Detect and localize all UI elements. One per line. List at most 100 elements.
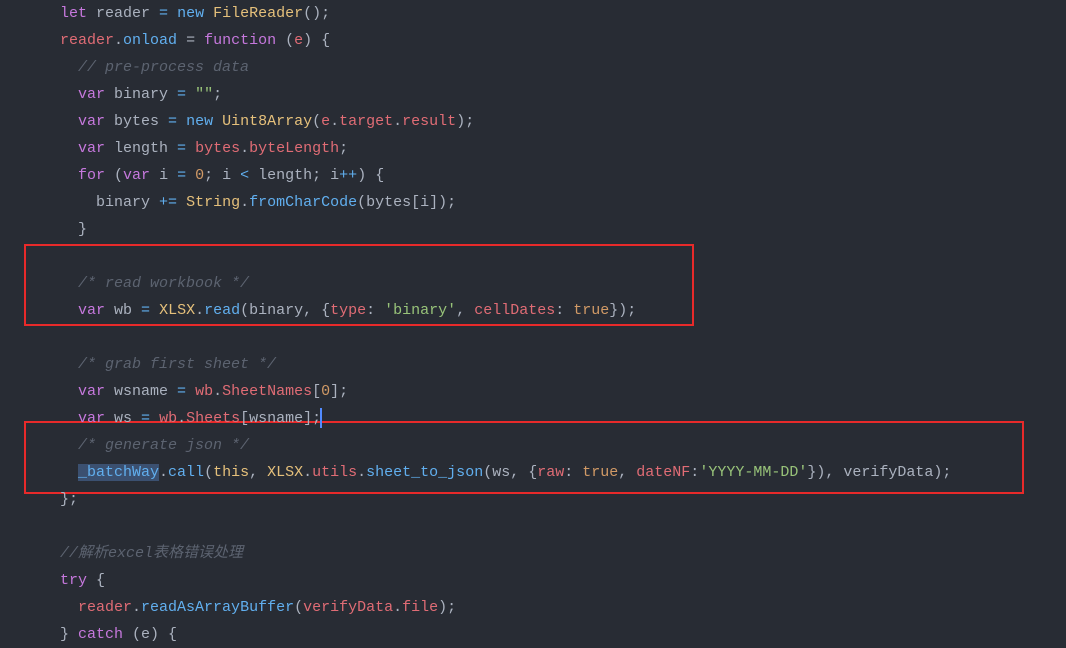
code-line[interactable]: let reader = new FileReader(); (42, 0, 1066, 27)
code-line[interactable]: var wsname = wb.SheetNames[0]; (42, 378, 1066, 405)
prop-onload: onload (123, 32, 177, 49)
prop: Sheets (186, 410, 240, 427)
dot: . (393, 599, 402, 616)
code-line-blank[interactable] (42, 324, 1066, 351)
dot: . (393, 113, 402, 130)
text-cursor (320, 408, 322, 428)
dot: . (177, 410, 186, 427)
class-xlsx: XLSX (267, 464, 303, 481)
code-line[interactable]: }; (42, 486, 1066, 513)
comment: /* generate json */ (78, 437, 249, 454)
code-line[interactable]: _batchWay.call(this, XLSX.utils.sheet_to… (42, 459, 1066, 486)
brace: } (60, 626, 78, 643)
code-line[interactable]: /* grab first sheet */ (42, 351, 1066, 378)
code-content[interactable]: let reader = new FileReader(); reader.on… (8, 0, 1066, 648)
dot: . (159, 464, 168, 481)
end: [wsname]; (240, 410, 321, 427)
var: verifyData (303, 599, 393, 616)
code-line[interactable]: var binary = ""; (42, 81, 1066, 108)
key: cellDates (474, 302, 555, 319)
keyword-for: for (78, 167, 105, 184)
colon: : (564, 464, 582, 481)
code-line[interactable]: for (var i = 0; i < length; i++) { (42, 162, 1066, 189)
code-line-blank[interactable] (42, 243, 1066, 270)
code-line[interactable]: reader.onload = function (e) { (42, 27, 1066, 54)
key: dateNF (636, 464, 690, 481)
operator: < (240, 167, 249, 184)
code-line[interactable]: // pre-process data (42, 54, 1066, 81)
method: readAsArrayBuffer (141, 599, 294, 616)
comma: , (618, 464, 636, 481)
text: length; i (249, 167, 339, 184)
sp (186, 383, 195, 400)
code-line[interactable]: /* generate json */ (42, 432, 1066, 459)
object: reader (78, 599, 132, 616)
code-line[interactable]: } (42, 216, 1066, 243)
var-i: i (150, 167, 177, 184)
args: (bytes[i]); (357, 194, 456, 211)
var: binary (96, 194, 159, 211)
end: }), verifyData); (807, 464, 951, 481)
code-line[interactable]: //解析excel表格错误处理 (42, 540, 1066, 567)
end: ); (438, 599, 456, 616)
dot: . (132, 599, 141, 616)
prop: result (402, 113, 456, 130)
keyword-var: var (123, 167, 150, 184)
code-line[interactable]: var wb = XLSX.read(binary, {type: 'binar… (42, 297, 1066, 324)
code-line[interactable]: var bytes = new Uint8Array(e.target.resu… (42, 108, 1066, 135)
brace: { (87, 572, 105, 589)
code-line[interactable]: reader.readAsArrayBuffer(verifyData.file… (42, 594, 1066, 621)
code-line[interactable]: } catch (e) { (42, 621, 1066, 648)
method: sheet_to_json (366, 464, 483, 481)
sp (186, 140, 195, 157)
operator: = (168, 113, 177, 130)
method: fromCharCode (249, 194, 357, 211)
code-line[interactable]: binary += String.fromCharCode(bytes[i]); (42, 189, 1066, 216)
string: 'binary' (384, 302, 456, 319)
dot: . (330, 113, 339, 130)
class-string: String (186, 194, 240, 211)
code-line-blank[interactable] (42, 513, 1066, 540)
comment: /* read workbook */ (78, 275, 249, 292)
brace: } (78, 221, 87, 238)
keyword-var: var (78, 302, 105, 319)
comment-chinese: //解析excel表格错误处理 (60, 545, 243, 562)
code-line[interactable]: /* read workbook */ (42, 270, 1066, 297)
prop: byteLength (249, 140, 339, 157)
code-line[interactable]: try { (42, 567, 1066, 594)
paren: ( (294, 599, 303, 616)
brace: ) { (303, 32, 330, 49)
true: true (582, 464, 618, 481)
dot: . (303, 464, 312, 481)
object: reader (60, 32, 114, 49)
object: wb (195, 383, 213, 400)
dot: . (240, 140, 249, 157)
colon: : (366, 302, 384, 319)
var: bytes (195, 140, 240, 157)
this: this (213, 464, 249, 481)
operator: = (177, 86, 186, 103)
var-name: wb (105, 302, 141, 319)
brace: }; (60, 491, 78, 508)
keyword-var: var (78, 383, 105, 400)
param: e (294, 32, 303, 49)
keyword-var: var (78, 410, 105, 427)
semi: ; (213, 86, 222, 103)
dot: . (240, 194, 249, 211)
semi: ; (339, 140, 348, 157)
operator: += (159, 194, 177, 211)
keyword-var: var (78, 86, 105, 103)
keyword-new: new (177, 113, 222, 130)
code-line[interactable]: var length = bytes.byteLength; (42, 135, 1066, 162)
key: raw (537, 464, 564, 481)
comment: // pre-process data (78, 59, 249, 76)
colon: : (690, 464, 699, 481)
code-editor[interactable]: let reader = new FileReader(); reader.on… (0, 0, 1066, 648)
end: ]; (330, 383, 348, 400)
code-line[interactable]: var ws = wb.Sheets[wsname]; (42, 405, 1066, 432)
fn-batchway: _batchWay (78, 464, 159, 481)
var-name: length (105, 140, 177, 157)
keyword-catch: catch (78, 626, 123, 643)
operator: ++ (339, 167, 357, 184)
number: 0 (195, 167, 204, 184)
